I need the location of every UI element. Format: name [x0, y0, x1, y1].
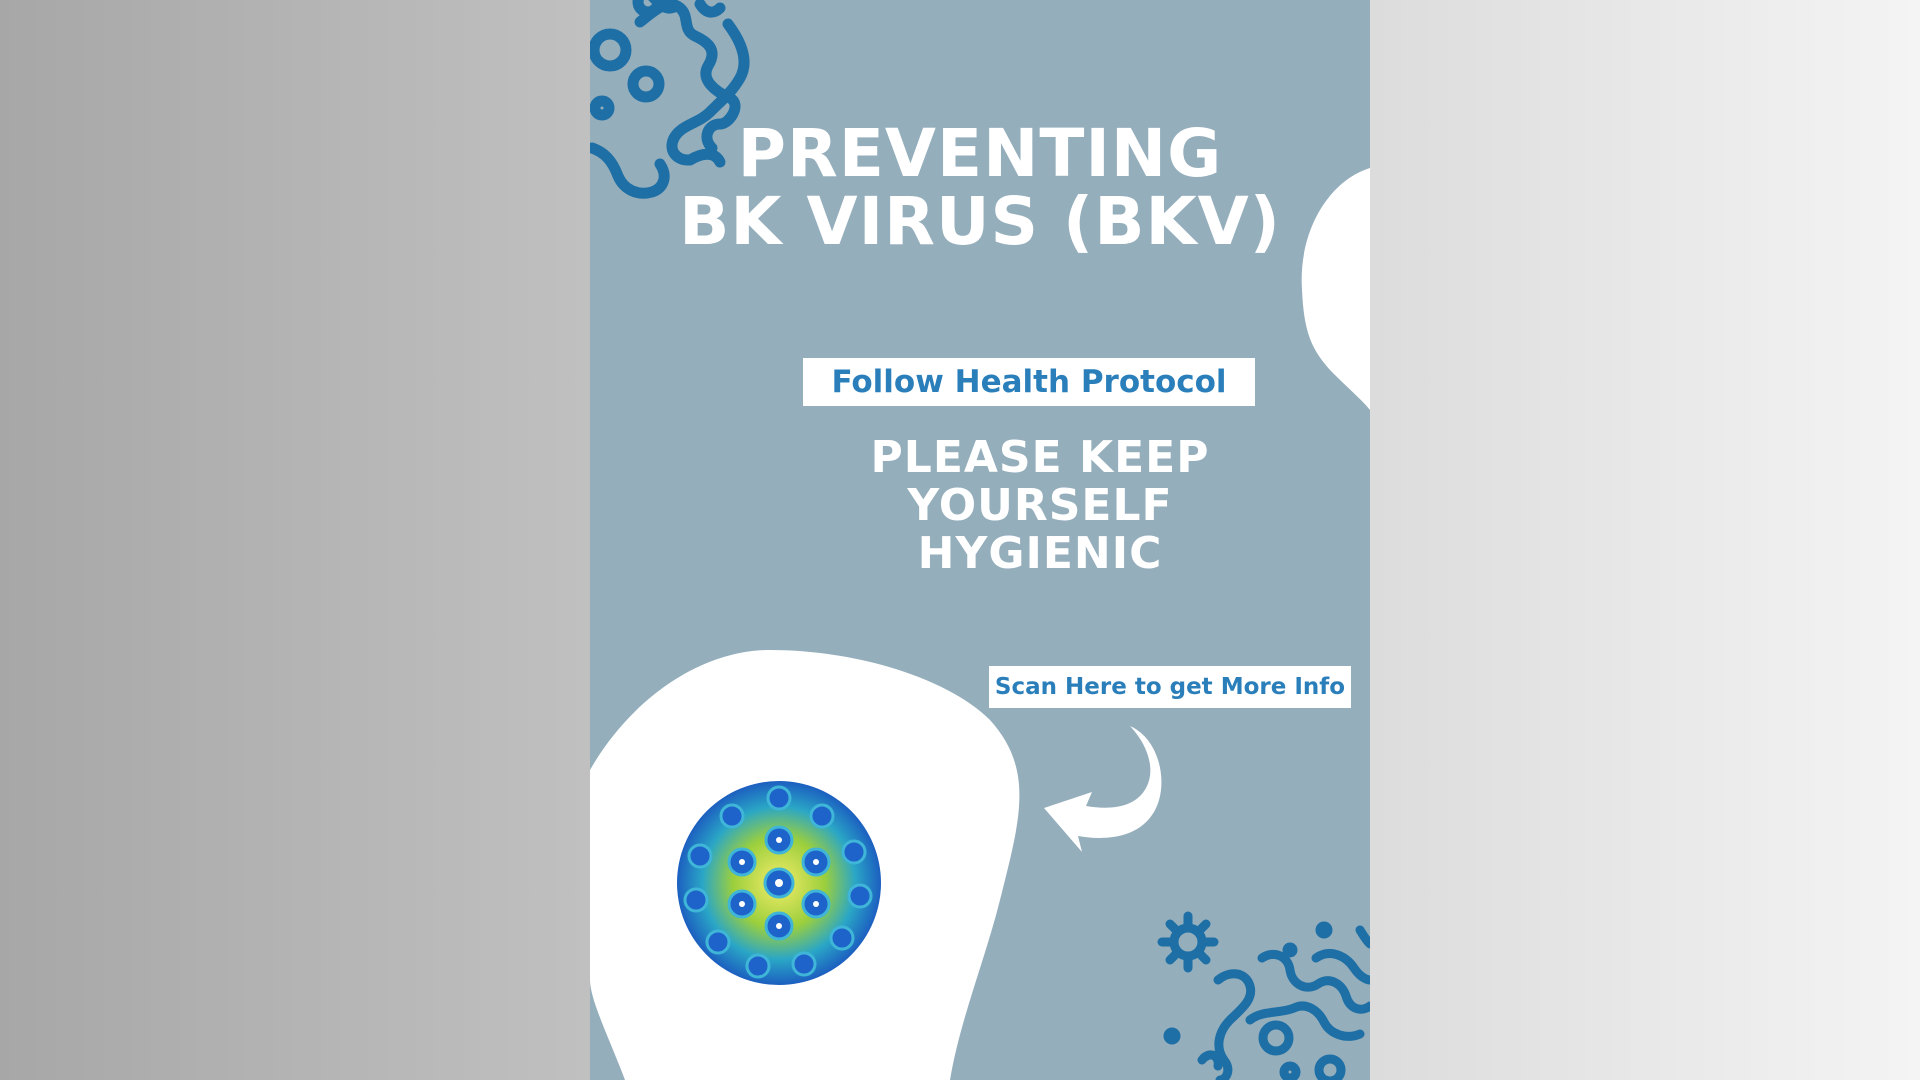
white-blob-right: [1301, 168, 1370, 410]
poster-title: PREVENTING BK VIRUS (BKV): [650, 120, 1310, 256]
virus-particle-image: [677, 781, 881, 985]
virus-small-icon: [1157, 911, 1370, 1080]
arrow-curve-icon: [1044, 726, 1162, 852]
title-line-2: BK VIRUS (BKV): [679, 183, 1281, 260]
poster: PREVENTING BK VIRUS (BKV) Follow Health …: [590, 0, 1370, 1080]
hygiene-line-2: YOURSELF: [907, 480, 1173, 531]
hygiene-message: PLEASE KEEP YOURSELF HYGIENIC: [790, 434, 1290, 578]
background-left: [0, 0, 590, 1080]
hygiene-line-1: PLEASE KEEP: [870, 432, 1210, 483]
scan-info-tag: Scan Here to get More Info: [989, 666, 1351, 708]
hygiene-line-3: HYGIENIC: [917, 528, 1163, 579]
protocol-tag: Follow Health Protocol: [803, 358, 1255, 406]
title-line-1: PREVENTING: [737, 115, 1223, 192]
background-right: [1370, 0, 1920, 1080]
